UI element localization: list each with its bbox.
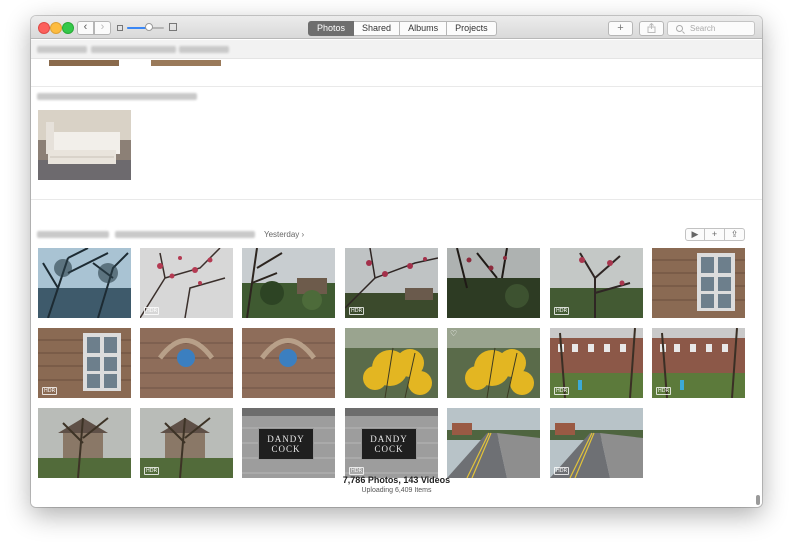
share-moment-button[interactable]: ⇪ — [725, 228, 745, 241]
moment-date-label[interactable]: Yesterday › — [264, 230, 304, 239]
moment-title-blurred — [37, 46, 87, 53]
hdr-badge: HDR — [656, 387, 672, 395]
section-divider — [31, 199, 762, 200]
share-icon — [647, 22, 656, 33]
photo-thumbnail[interactable]: HDR — [550, 408, 643, 478]
moment-date-blurred — [179, 46, 229, 53]
photo-thumbnail-partial[interactable] — [151, 60, 221, 66]
toolbar: ‹ › Photos Shared Albums Projects + Sear… — [31, 16, 762, 39]
hdr-badge: HDR — [554, 467, 570, 475]
hdr-badge: HDR — [42, 387, 58, 395]
photo-thumbnail[interactable]: HDR — [140, 248, 233, 318]
close-button[interactable] — [38, 22, 50, 34]
moment-location-blurred — [91, 46, 176, 53]
tab-shared[interactable]: Shared — [354, 21, 401, 36]
pub-sign-text: DANDY COCK — [361, 428, 417, 460]
back-button[interactable]: ‹ — [77, 21, 94, 35]
photo-thumbnail[interactable]: HDR — [140, 408, 233, 478]
fullscreen-button[interactable] — [62, 22, 74, 34]
photo-thumbnail[interactable] — [38, 408, 131, 478]
tab-albums[interactable]: Albums — [400, 21, 448, 36]
hdr-badge: HDR — [144, 467, 160, 475]
photo-thumbnail-partial[interactable] — [49, 60, 119, 66]
pub-sign-text: DANDY COCK — [258, 428, 314, 460]
photo-thumbnail[interactable] — [242, 248, 335, 318]
photo-library[interactable]: Yesterday › ▶ + ⇪ HDR HDR HDR HDR ♡ HDR HDR HDR… — [31, 40, 762, 507]
photo-thumbnail[interactable]: DANDY COCK HDR — [345, 408, 438, 478]
forward-button[interactable]: › — [94, 21, 111, 35]
photo-thumbnail[interactable] — [345, 328, 438, 398]
photo-thumbnail-bed[interactable] — [38, 110, 131, 180]
library-count: 7,786 Photos, 143 Videos — [342, 475, 451, 485]
share-button[interactable] — [639, 21, 664, 36]
scrollbar-thumb[interactable] — [756, 495, 760, 505]
hdr-badge: HDR — [554, 387, 570, 395]
add-button[interactable]: + — [608, 21, 633, 36]
photo-thumbnail[interactable]: HDR — [550, 328, 643, 398]
photo-thumbnail[interactable] — [140, 328, 233, 398]
photo-thumbnail[interactable]: HDR — [38, 328, 131, 398]
photo-thumbnail[interactable] — [447, 248, 540, 318]
search-icon — [676, 25, 683, 32]
moment-location-blurred — [115, 231, 255, 238]
photo-thumbnail[interactable]: DANDY COCK — [242, 408, 335, 478]
photo-thumbnail[interactable]: HDR — [345, 248, 438, 318]
photo-thumbnail[interactable] — [38, 248, 131, 318]
hdr-badge: HDR — [349, 307, 365, 315]
search-placeholder: Search — [690, 24, 716, 33]
favorite-icon[interactable]: ♡ — [450, 329, 457, 338]
moment-title-blurred — [37, 231, 109, 238]
hdr-badge: HDR — [349, 467, 365, 475]
slideshow-button[interactable]: ▶ — [685, 228, 705, 241]
photo-thumbnail[interactable]: HDR — [652, 328, 745, 398]
moment-header — [31, 40, 762, 59]
minimize-button[interactable] — [50, 22, 62, 34]
tab-projects[interactable]: Projects — [447, 21, 497, 36]
zoom-large-icon — [169, 23, 177, 31]
add-to-album-button[interactable]: + — [705, 228, 725, 241]
section-divider — [31, 86, 762, 87]
photos-window: ‹ › Photos Shared Albums Projects + Sear… — [31, 16, 762, 507]
photo-thumbnail[interactable] — [652, 248, 745, 318]
search-field[interactable]: Search — [667, 21, 755, 36]
zoom-slider-thumb[interactable] — [145, 23, 154, 31]
hdr-badge: HDR — [554, 307, 570, 315]
photo-thumbnail[interactable] — [447, 408, 540, 478]
tab-photos[interactable]: Photos — [308, 21, 355, 36]
photo-thumbnail[interactable]: HDR — [550, 248, 643, 318]
hdr-badge: HDR — [144, 307, 160, 315]
moment-title-blurred — [37, 93, 197, 100]
photo-thumbnail[interactable] — [242, 328, 335, 398]
zoom-small-icon — [117, 25, 123, 31]
photo-thumbnail[interactable]: ♡ — [447, 328, 540, 398]
upload-status: Uploading 6,409 Items — [361, 487, 432, 494]
view-tabs: Photos Shared Albums Projects — [308, 21, 497, 36]
